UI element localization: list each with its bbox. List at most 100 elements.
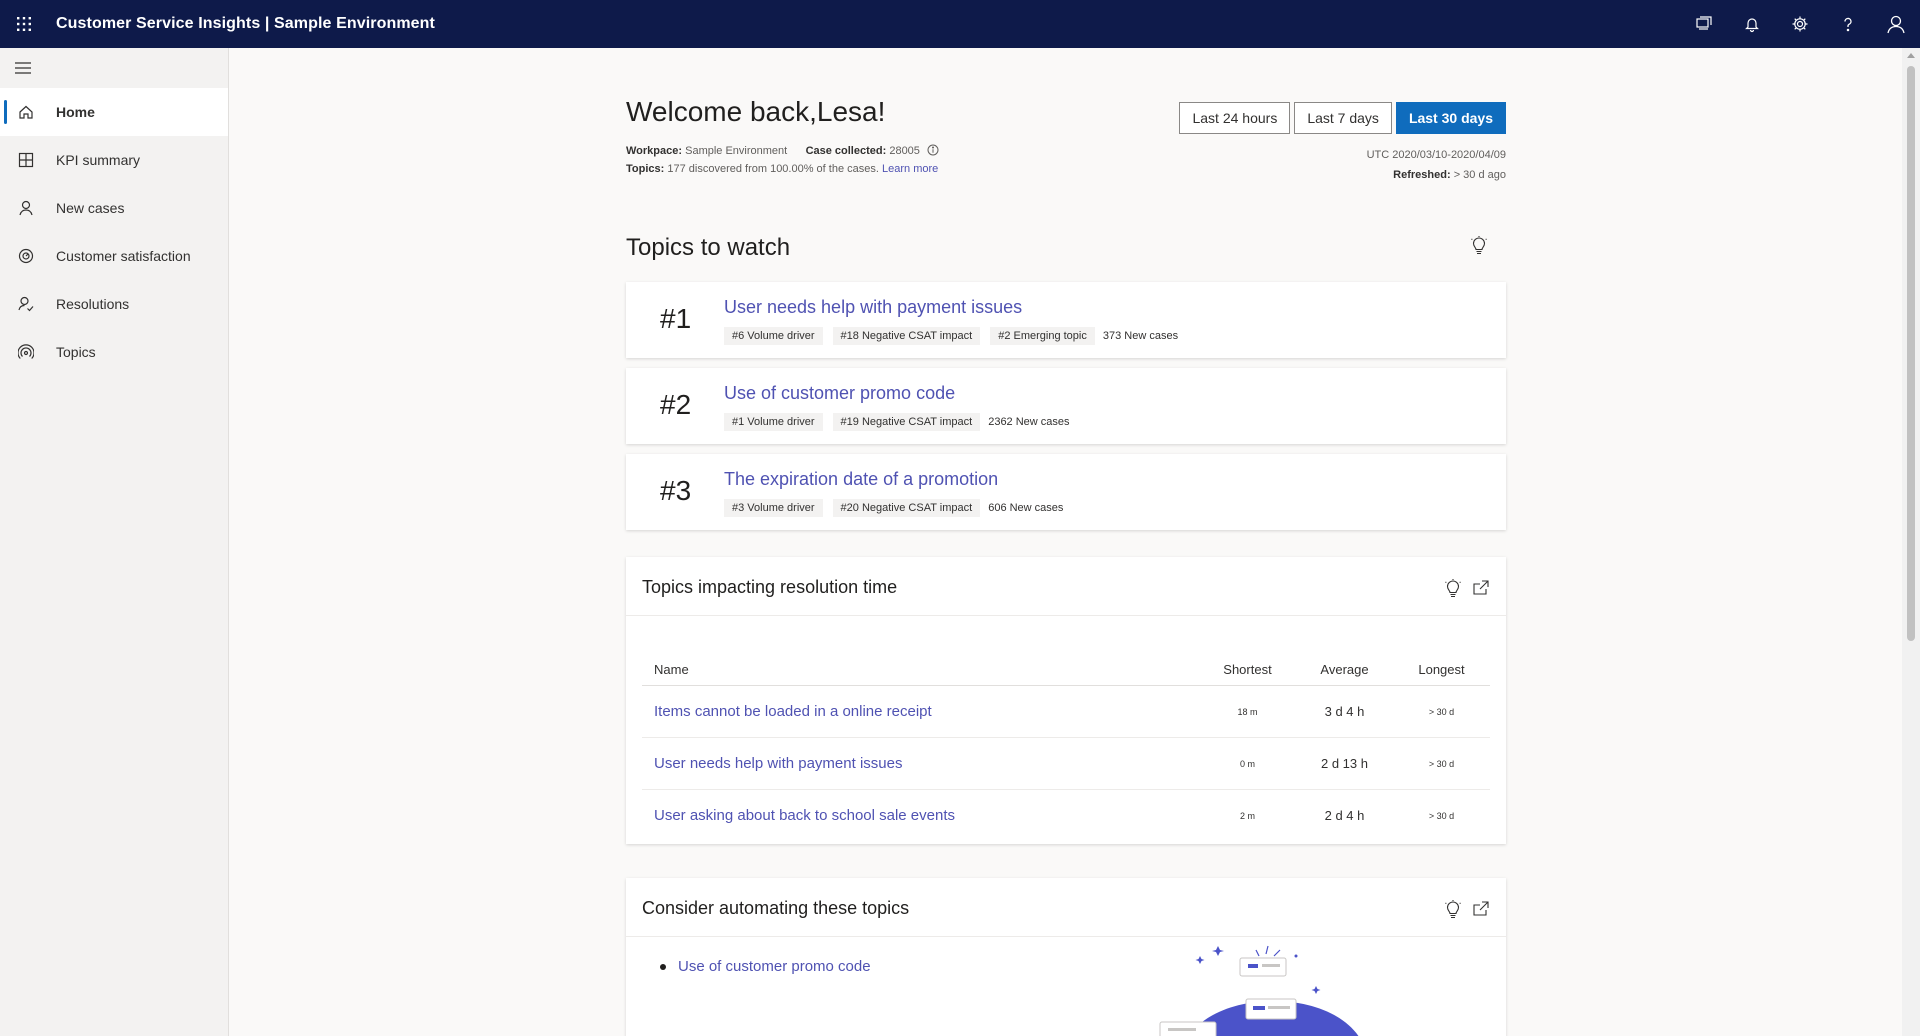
topics-value: 177 discovered from 100.00% of the cases… [667, 163, 879, 175]
sidebar-item-new-cases[interactable]: New cases [0, 184, 228, 232]
topics-info: Topics: 177 discovered from 100.00% of t… [626, 163, 938, 175]
sidebar-item-label: Resolutions [56, 296, 130, 312]
topic-tag: #18 Negative CSAT impact [832, 327, 981, 345]
topic-tag: #1 Volume driver [724, 413, 823, 431]
topic-tag: #19 Negative CSAT impact [832, 413, 981, 431]
sidebar-item-label: Topics [56, 344, 96, 360]
bell-icon[interactable] [1728, 0, 1776, 48]
topic-name-link[interactable]: Items cannot be loaded in a online recei… [642, 685, 1199, 738]
shortest-cell: 0 m [1199, 737, 1296, 790]
refreshed-text: Refreshed: > 30 d ago [1393, 169, 1506, 181]
range-7-days-button[interactable]: Last 7 days [1294, 102, 1392, 134]
topic-rank: #1 [660, 303, 692, 334]
panel-header: Topics impacting resolution time [626, 557, 1506, 616]
shortest-cell: 18 m [1199, 685, 1296, 738]
topic-tag: #20 Negative CSAT impact [832, 499, 981, 517]
open-external-icon[interactable] [1472, 900, 1490, 925]
topic-rank: #3 [660, 475, 692, 506]
new-cases-count: 373 New cases [1102, 330, 1179, 342]
topic-name-link[interactable]: User asking about back to school sale ev… [642, 790, 1199, 842]
page-title: Welcome back,Lesa! [626, 96, 886, 127]
range-24-hours-button[interactable]: Last 24 hours [1179, 102, 1291, 134]
topic-card[interactable]: #3 The expiration date of a promotion #3… [626, 454, 1506, 530]
automation-panel: Consider automating these topics Use of … [626, 878, 1506, 1036]
sidebar-item-kpi-summary[interactable]: KPI summary [0, 136, 228, 184]
grid-icon [14, 152, 38, 168]
new-cases-count: 606 New cases [988, 502, 1064, 514]
sidebar-item-customer-satisfaction[interactable]: Customer satisfaction [0, 232, 228, 280]
table-row[interactable]: User needs help with payment issues 0 m … [642, 737, 1490, 790]
topic-card[interactable]: #1 User needs help with payment issues #… [626, 282, 1506, 358]
shortest-cell: 2 m [1239, 810, 1255, 821]
refreshed-value: > 30 d ago [1453, 169, 1506, 181]
lightbulb-icon[interactable] [1444, 900, 1462, 925]
sidebar-item-label: Home [56, 104, 95, 120]
hamburger-icon[interactable] [0, 48, 228, 88]
satisfaction-icon [14, 248, 38, 264]
average-cell: 2 d 13 h [1296, 737, 1393, 790]
top-bar: Customer Service Insights | Sample Envir… [0, 0, 1920, 48]
chat-icon[interactable] [1680, 0, 1728, 48]
sidebar-item-topics[interactable]: Topics [0, 328, 228, 376]
column-header[interactable]: Name [642, 653, 1199, 686]
date-range-selector: Last 24 hours Last 7 days Last 30 days [1179, 102, 1506, 134]
topic-rank: #2 [660, 389, 692, 420]
automation-topic-link[interactable]: Use of customer promo code [678, 958, 871, 975]
topic-name-link[interactable]: User needs help with payment issues [642, 737, 1199, 790]
topic-tag: #2 Emerging topic [990, 327, 1095, 345]
column-header[interactable]: Shortest [1199, 653, 1296, 686]
column-header[interactable]: Longest [1393, 653, 1490, 686]
date-range-text: UTC 2020/03/10-2020/04/09 [1366, 149, 1506, 161]
case-collected-value: 28005 [889, 145, 920, 157]
sidebar: Home KPI summary New cases Customer sati… [0, 48, 229, 1036]
bullet-icon [660, 964, 666, 971]
scroll-up-icon[interactable] [1907, 53, 1915, 58]
topics-icon [14, 344, 38, 360]
longest-cell: > 30 d [1393, 737, 1490, 790]
automation-list: Use of customer promo code [660, 958, 871, 975]
person-icon [14, 200, 38, 216]
workspace-value: Sample Environment [685, 145, 788, 157]
sidebar-item-label: KPI summary [56, 152, 141, 168]
topic-tag: #3 Volume driver [724, 499, 823, 517]
vertical-scrollbar[interactable] [1902, 48, 1920, 1036]
topics-to-watch-title: Topics to watch [626, 234, 791, 261]
topic-name-link[interactable]: The expiration date of a promotion [724, 469, 998, 490]
average-cell: 2 d 4 h [1324, 808, 1365, 823]
resolution-time-panel: Topics impacting resolution time Name Sh… [626, 557, 1506, 844]
workspace-label: Workpace: [626, 145, 683, 157]
average-cell: 3 d 4 h [1296, 685, 1393, 738]
topic-tags: #6 Volume driver #18 Negative CSAT impac… [724, 327, 1178, 345]
table-row[interactable]: Items cannot be loaded in a online recei… [642, 685, 1490, 738]
longest-cell: > 30 d [1428, 810, 1455, 821]
scrollbar-thumb[interactable] [1907, 66, 1915, 641]
topic-name-link[interactable]: User needs help with payment issues [724, 297, 1022, 318]
app-launcher-icon[interactable] [0, 0, 48, 48]
sidebar-item-home[interactable]: Home [0, 88, 228, 136]
column-header[interactable]: Average [1296, 653, 1393, 686]
topic-tag: #6 Volume driver [724, 327, 823, 345]
lightbulb-icon[interactable] [1444, 579, 1462, 604]
range-30-days-button[interactable]: Last 30 days [1395, 102, 1506, 134]
sidebar-item-label: Customer satisfaction [56, 248, 191, 264]
help-icon[interactable] [1824, 0, 1872, 48]
home-icon [14, 104, 38, 120]
learn-more-link[interactable]: Learn more [882, 163, 938, 175]
topic-card[interactable]: #2 Use of customer promo code #1 Volume … [626, 368, 1506, 444]
panel-title: Topics impacting resolution time [642, 577, 898, 597]
topic-name-link[interactable]: Use of customer promo code [724, 383, 955, 404]
refreshed-label: Refreshed: [1393, 169, 1451, 181]
sidebar-item-resolutions[interactable]: Resolutions [0, 280, 228, 328]
open-external-icon[interactable] [1472, 579, 1490, 604]
topic-tags: #3 Volume driver #20 Negative CSAT impac… [724, 499, 1063, 517]
user-icon[interactable] [1872, 0, 1920, 48]
lightbulb-icon[interactable] [1470, 236, 1488, 261]
info-icon[interactable] [927, 144, 939, 159]
gear-icon[interactable] [1776, 0, 1824, 48]
resolution-table: Name Shortest Average Longest Items cann… [642, 653, 1490, 841]
sidebar-item-label: New cases [56, 200, 125, 216]
workspace-info: Workpace: Sample Environment Case collec… [626, 144, 939, 159]
panel-title: Consider automating these topics [642, 898, 910, 918]
table-row[interactable]: User asking about back to school sale ev… [642, 790, 1490, 842]
app-title[interactable]: Customer Service Insights | Sample Envir… [56, 15, 435, 33]
